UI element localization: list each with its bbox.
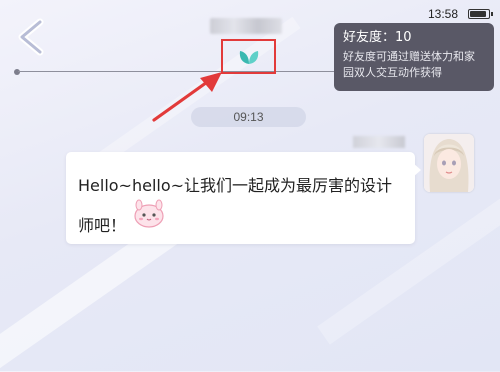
battery-icon xyxy=(468,9,493,19)
leaf-icon xyxy=(239,50,258,64)
pink-bunny-sticker-icon xyxy=(134,199,164,228)
friend-name-blurred xyxy=(210,18,282,34)
message-bubble-tail xyxy=(413,163,421,177)
chevron-left-icon xyxy=(18,18,44,56)
status-time: 13:58 xyxy=(427,7,458,21)
friendship-tooltip: 好友度：10 好友度可通过赠送体力和家园双人交互动作获得 xyxy=(334,23,494,91)
tooltip-title: 好友度：10 xyxy=(343,30,412,45)
tooltip-body: 好友度可通过赠送体力和家园双人交互动作获得 xyxy=(343,50,475,79)
header-divider-dot xyxy=(14,69,20,75)
avatar[interactable] xyxy=(424,134,474,192)
character-avatar-icon xyxy=(424,134,474,192)
back-button[interactable] xyxy=(14,18,48,56)
message-text: Hello~hello~让我们一起成为最厉害的设计师吧！ xyxy=(78,176,393,235)
sticker xyxy=(131,199,167,229)
sender-name-blurred xyxy=(353,136,405,148)
chat-time-divider: 09:13 xyxy=(191,107,306,127)
